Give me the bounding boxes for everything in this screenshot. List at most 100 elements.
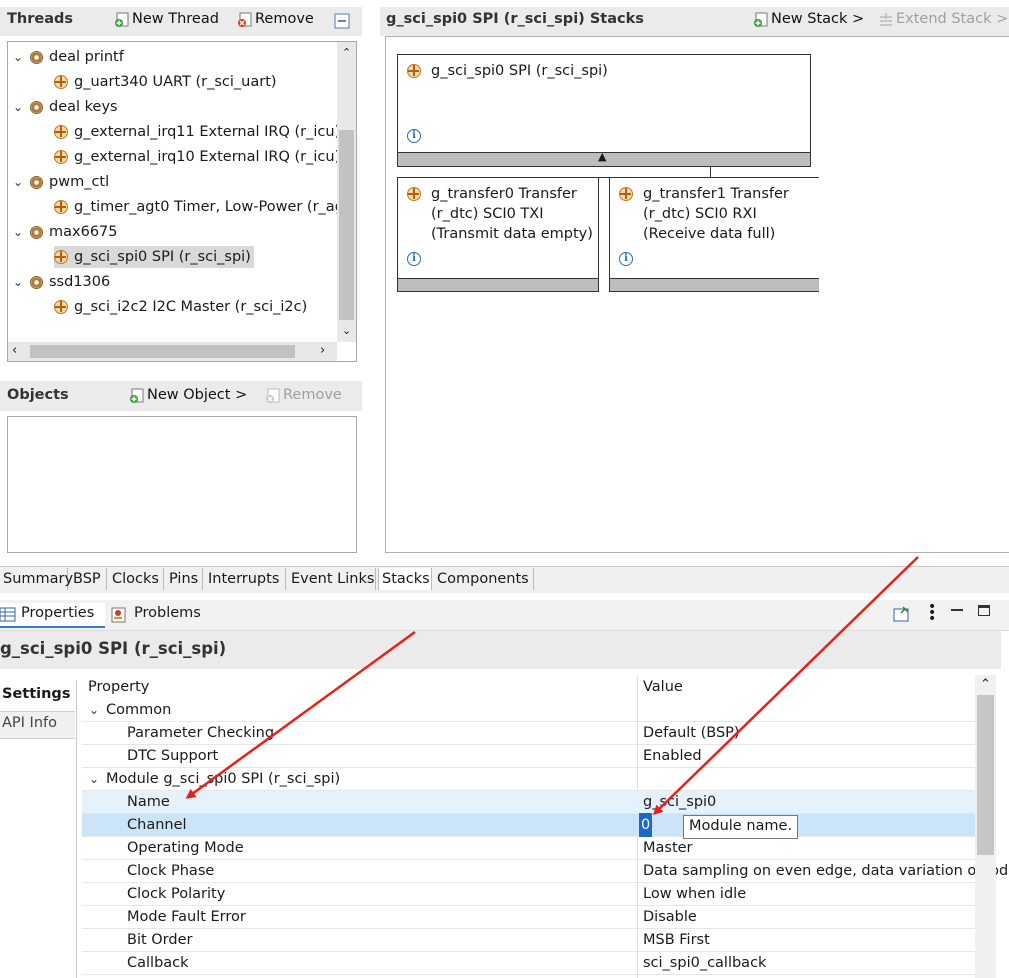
property-category-row[interactable]: ⌄ Module g_sci_spi0 SPI (r_sci_spi) [82, 768, 975, 791]
scroll-up-icon[interactable]: ⌃ [980, 677, 991, 692]
stack-label: g_sci_spi0 SPI (r_sci_spi) [74, 249, 251, 265]
extend-stack-button[interactable]: Extend Stack > [878, 11, 1008, 27]
property-row[interactable]: Clock Polarity Low when idle [82, 883, 975, 906]
scroll-down-icon[interactable]: ⌄ [342, 324, 351, 337]
remove-object-button[interactable]: Remove [265, 387, 342, 403]
side-tab-settings[interactable]: Settings [0, 680, 76, 710]
col-property[interactable]: Property [88, 679, 149, 695]
channel-value-input[interactable]: 0 [638, 813, 653, 837]
transfer0-module-box[interactable]: g_transfer0 Transfer (r_dtc) SCI0 TXI (T… [397, 177, 599, 292]
threads-vscrollbar[interactable]: ⌃ ⌄ [337, 42, 356, 342]
tab-pins[interactable]: Pins [166, 568, 203, 590]
thread-label: deal printf [49, 49, 124, 65]
property-value[interactable]: Enabled [643, 745, 702, 767]
property-row[interactable]: Bit Order MSB First [82, 929, 975, 952]
property-value[interactable]: Low when idle [643, 883, 746, 905]
property-row[interactable]: Callback sci_spi0_callback [82, 952, 975, 975]
property-row[interactable]: Name g_sci_spi0 [82, 791, 975, 814]
chevron-down-icon[interactable]: ⌄ [12, 271, 24, 293]
col-value[interactable]: Value [643, 679, 683, 695]
stack-item[interactable]: g_uart340 UART (r_sci_uart) [54, 71, 277, 93]
module-expander-bar[interactable] [610, 278, 819, 291]
stack-item-selected[interactable]: g_sci_spi0 SPI (r_sci_spi) [54, 246, 254, 268]
property-row[interactable]: Mode Fault Error Disable [82, 906, 975, 929]
stack-item[interactable]: g_external_irq11 External IRQ (r_icu) [54, 121, 337, 143]
thread-label: ssd1306 [49, 274, 111, 290]
thread-gear-icon [30, 275, 43, 289]
thread-item[interactable]: ⌄ deal keys [12, 96, 118, 118]
remove-thread-button[interactable]: Remove [237, 11, 314, 27]
tab-event-links[interactable]: Event Links [288, 568, 376, 590]
thread-item[interactable]: ⌄ pwm_ctl [12, 171, 109, 193]
scroll-up-icon[interactable]: ⌃ [342, 46, 351, 59]
thread-gear-icon [30, 175, 43, 189]
properties-vscrollbar[interactable]: ⌃ [975, 675, 996, 978]
property-row[interactable]: Clock Phase Data sampling on even edge, d… [82, 860, 1009, 883]
transfer0-line1: g_transfer0 Transfer [431, 186, 577, 202]
chevron-down-icon[interactable]: ⌄ [12, 96, 24, 118]
property-category-row[interactable]: ⌄ Common [82, 699, 975, 722]
info-icon[interactable]: i [407, 129, 421, 143]
module-expander-bar[interactable] [398, 278, 598, 291]
side-tab-api-info[interactable]: API Info [0, 711, 75, 739]
collapse-arrow-icon[interactable]: ▲ [598, 150, 606, 163]
module-warning-icon [54, 150, 68, 164]
thread-item[interactable]: ⌄ deal printf [12, 46, 124, 68]
extend-stack-label: Extend Stack > [896, 11, 1009, 27]
property-value[interactable]: sci_spi0_callback [643, 952, 766, 974]
new-stack-button[interactable]: New Stack > [753, 11, 864, 27]
tab-clocks[interactable]: Clocks [109, 568, 164, 590]
property-value[interactable]: Master [643, 837, 693, 859]
stack-module-box[interactable]: g_sci_spi0 SPI (r_sci_spi) i ▲ [397, 54, 811, 167]
chevron-down-icon[interactable]: ⌄ [88, 768, 100, 790]
properties-vscroll-thumb[interactable] [977, 695, 994, 855]
new-thread-button[interactable]: New Thread [114, 11, 219, 27]
extend-icon [878, 12, 892, 26]
info-icon[interactable]: i [407, 252, 421, 266]
tab-components[interactable]: Components [434, 568, 534, 590]
property-row[interactable]: Operating Mode Master [82, 837, 975, 860]
threads-vscroll-thumb[interactable] [339, 130, 354, 320]
new-stack-label: New Stack > [771, 11, 865, 27]
tab-summary[interactable]: Summary [0, 568, 73, 590]
tab-bsp[interactable]: BSP [70, 568, 107, 590]
stack-item[interactable]: g_sci_i2c2 I2C Master (r_sci_i2c) [54, 296, 307, 318]
add-icon [753, 12, 768, 27]
property-value[interactable]: g_sci_spi0 [643, 791, 716, 813]
property-name: Clock Phase [127, 863, 215, 879]
property-row[interactable]: Parameter Checking Default (BSP) [82, 722, 975, 745]
pin-icon[interactable] [893, 605, 911, 627]
property-value[interactable]: Disable [643, 906, 697, 928]
chevron-down-icon[interactable]: ⌄ [88, 699, 100, 721]
chevron-down-icon[interactable]: ⌄ [12, 46, 24, 68]
tab-interrupts[interactable]: Interrupts [205, 568, 286, 590]
property-name: Callback [127, 955, 189, 971]
maximize-icon[interactable] [978, 605, 990, 616]
tab-properties[interactable]: Properties [0, 603, 105, 628]
property-value[interactable]: MSB First [643, 929, 710, 951]
module-expander-bar[interactable]: ▲ [398, 150, 810, 166]
scroll-left-icon[interactable]: ‹ [12, 343, 17, 358]
view-menu-icon[interactable]: • • • [928, 600, 936, 626]
property-name: Channel [127, 817, 187, 833]
thread-item[interactable]: ⌄ ssd1306 [12, 271, 110, 293]
chevron-down-icon[interactable]: ⌄ [12, 171, 24, 193]
property-row[interactable]: DTC Support Enabled [82, 745, 975, 768]
collapse-all-icon[interactable] [334, 13, 350, 33]
threads-hscroll-thumb[interactable] [30, 345, 295, 358]
threads-hscrollbar[interactable]: ‹ › [8, 342, 337, 361]
stack-item[interactable]: g_external_irq10 External IRQ (r_icu) [54, 146, 337, 168]
scroll-right-icon[interactable]: › [320, 343, 325, 358]
thread-item[interactable]: ⌄ max6675 [12, 221, 118, 243]
transfer1-line2: (r_dtc) SCI0 RXI [643, 206, 757, 222]
property-value[interactable]: Default (BSP) [643, 722, 740, 744]
property-value[interactable]: Data sampling on even edge, data variati… [643, 860, 1009, 882]
info-icon[interactable]: i [619, 252, 633, 266]
new-object-button[interactable]: New Object > [129, 387, 247, 403]
minimize-icon[interactable] [951, 609, 963, 611]
transfer1-module-box[interactable]: g_transfer1 Transfer (r_dtc) SCI0 RXI (R… [609, 177, 819, 292]
chevron-down-icon[interactable]: ⌄ [12, 221, 24, 243]
property-row[interactable]: Channel 0 [82, 813, 975, 837]
stack-item[interactable]: g_timer_agt0 Timer, Low-Power (r_agt) [54, 196, 337, 218]
tab-stacks[interactable]: Stacks [378, 568, 432, 590]
